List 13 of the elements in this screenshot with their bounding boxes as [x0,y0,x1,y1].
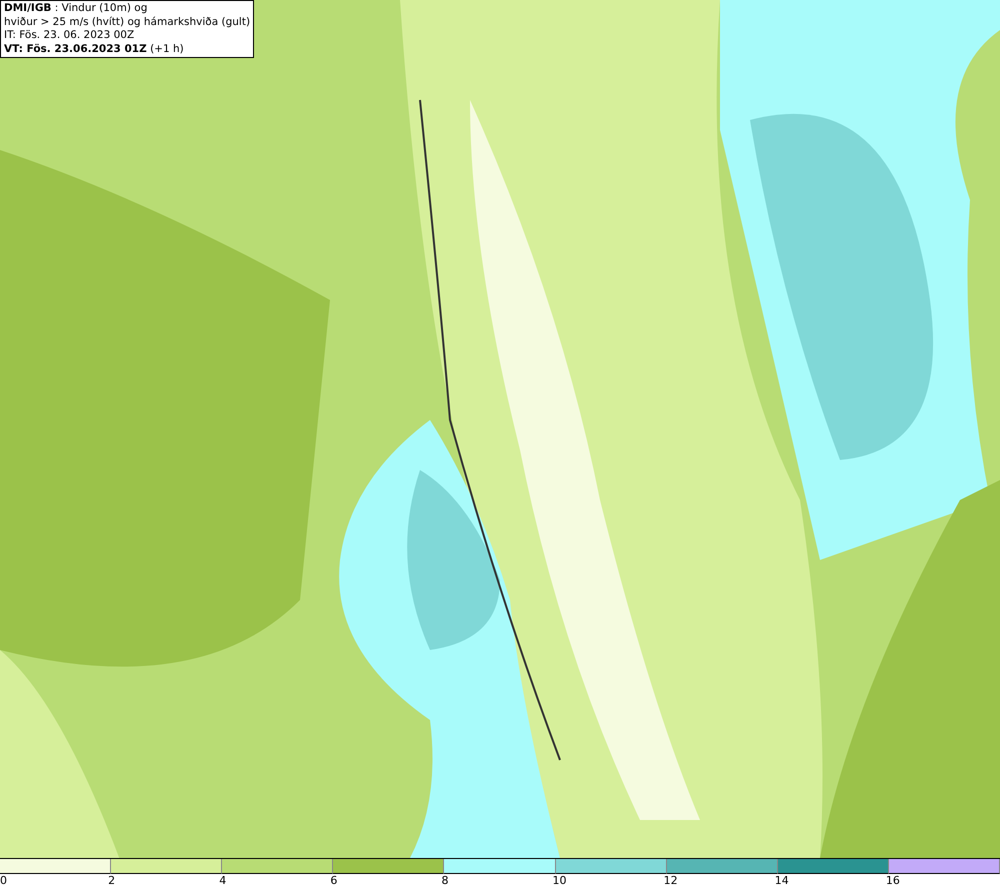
title-line: hviður > 25 m/s (hvítt) og hámarkshviða (gult) [4,16,250,29]
legend-tick-label: 12 [664,874,678,887]
legend-tick-label: 6 [330,874,338,887]
legend-tick-label: 2 [108,874,116,887]
legend-tick-label: 8 [441,874,448,887]
legend-tick-label: 14 [774,874,789,887]
legend-tick-label: 0 [0,874,7,887]
legend-tick-label: 4 [219,874,226,887]
legend-tick-label: 16 [886,874,900,887]
title-line: IT: Fös. 23. 06. 2023 00Z [4,29,136,42]
legend-tick-label: 10 [552,874,567,887]
title-line: VT: Fös. 23.06.2023 01Z (+1 h) [4,42,185,56]
title-line: DMI/IGB : Vindur (10m) og [4,2,148,16]
